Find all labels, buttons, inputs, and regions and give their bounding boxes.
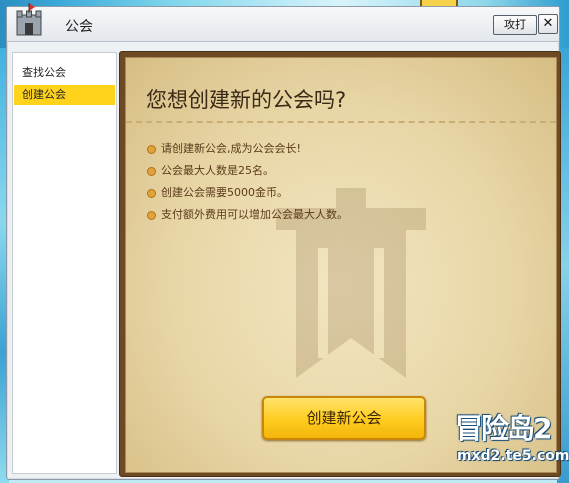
list-item: 支付额外费用可以增加公会最大人数。 [147, 204, 348, 226]
watermark-url: mxd2.te5.com [457, 448, 569, 464]
list-item: 创建公会需要5000金币。 [147, 182, 348, 204]
list-item: 公会最大人数是25名。 [147, 160, 348, 182]
window-titlebar[interactable]: 公会 攻打 ✕ [7, 3, 559, 42]
sidebar-item-create-guild[interactable]: 创建公会 [14, 85, 115, 105]
sidebar-item-find-guild[interactable]: 查找公会 [14, 63, 115, 83]
create-guild-button[interactable]: 创建新公会 [262, 396, 426, 440]
window-title: 公会 [65, 19, 93, 35]
attack-button[interactable]: 攻打 [493, 15, 537, 35]
watermark-logo: 冒险岛2 mxd2.te5.com [455, 405, 569, 475]
list-item-text: 创建公会需要5000金币。 [161, 186, 288, 199]
list-item-text: 支付额外费用可以增加公会最大人数。 [161, 208, 348, 221]
watermark-logo-text: 冒险岛2 [455, 412, 552, 445]
divider [126, 121, 556, 123]
bullet-icon [147, 167, 156, 176]
info-list: 请创建新公会,成为公会会长! 公会最大人数是25名。 创建公会需要5000金币。… [147, 138, 348, 226]
list-item-text: 请创建新公会,成为公会会长! [161, 142, 301, 155]
page-title: 您想创建新的公会吗? [146, 88, 347, 112]
close-icon[interactable]: ✕ [538, 14, 558, 34]
bullet-icon [147, 189, 156, 198]
bullet-icon [147, 211, 156, 220]
bullet-icon [147, 145, 156, 154]
list-item-text: 公会最大人数是25名。 [161, 164, 274, 177]
castle-icon [16, 3, 42, 36]
list-item: 请创建新公会,成为公会会长! [147, 138, 348, 160]
sidebar: 查找公会 创建公会 [12, 52, 117, 474]
